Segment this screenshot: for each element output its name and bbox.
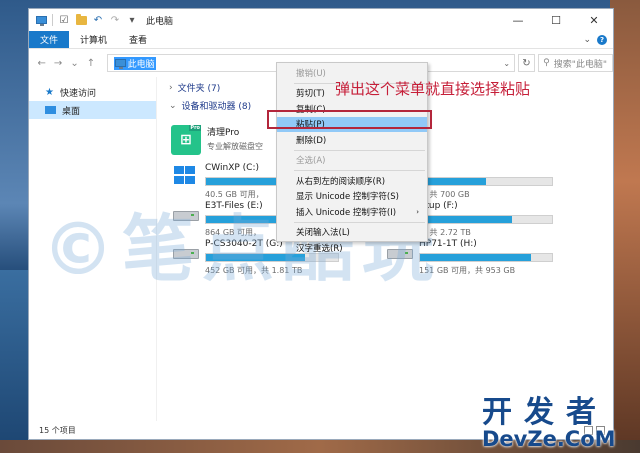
cleanpro-icon: ⊞ Pro [171,125,201,155]
app-text: 清理Pro 专业解放磁盘空 [207,125,263,152]
star-icon: ★ [45,86,54,98]
cleanpro-glyph: ⊞ [180,132,192,148]
search-placeholder: 搜索"此电脑" [553,59,607,70]
group-devices[interactable]: ⌄ 设备和驱动器 (8) [169,99,252,113]
window-controls: — ☐ ✕ [499,9,613,31]
help-icon[interactable]: ? [597,34,607,45]
group-devices-label: 设备和驱动器 (8) [181,102,252,112]
back-button[interactable]: ← [35,58,48,69]
ribbon-help-area: ⌄ ? [583,31,613,48]
address-path: 此电脑 [127,59,155,70]
menu-divider [294,149,425,151]
app-name: 清理Pro [207,128,240,138]
pc-icon [114,59,126,69]
new-folder-icon[interactable] [75,13,87,26]
tab-file[interactable]: 文件 [29,31,70,48]
properties-icon[interactable]: ☑ [58,15,70,26]
pro-badge: Pro [189,125,201,131]
close-button[interactable]: ✕ [575,9,613,31]
menu-item-close-ime[interactable]: 关闭输入法(L) [277,225,427,241]
nav-item-label: 桌面 [62,106,81,117]
site-logo-cn: 开发者 [482,395,608,430]
window-title: 此电脑 [146,16,174,27]
menu-divider [294,221,425,223]
ribbon-tabs: 文件 计算机 查看 ⌄ ? [29,31,613,49]
desktop-cliff [610,0,640,453]
address-dropdown-icon[interactable]: ⌄ [500,59,514,68]
chevron-right-icon: › [169,82,173,93]
search-icon: ⚲ [543,58,550,68]
site-logo-en: DevZe.CoM [482,427,616,451]
menu-item-show-unicode[interactable]: 显示 Unicode 控制字符(S) [277,189,427,205]
tab-view[interactable]: 查看 [118,31,158,48]
menu-item-reconvert[interactable]: 汉字重选(R) [277,240,427,256]
group-folders-label: 文件夹 (7) [177,84,221,94]
drive-name [419,163,553,175]
nav-item-label: 快速访问 [59,88,96,99]
recent-locations-button[interactable]: ⌄ [68,58,81,69]
up-button[interactable]: ↑ [84,58,97,69]
group-folders[interactable]: › 文件夹 (7) [169,81,221,95]
address-selected[interactable]: 此电脑 [113,56,156,70]
nav-item-desktop[interactable]: 桌面 [29,101,156,119]
refresh-button[interactable]: ↻ [517,54,536,72]
submenu-arrow-icon: › [416,207,419,216]
site-logo-watermark: 开发者 DevZe.CoM [482,387,632,451]
maximize-button[interactable]: ☐ [537,9,575,31]
pc-icon [35,15,47,26]
windows-drive-icon [171,163,199,187]
desktop-icon [45,106,56,114]
app-description: 专业解放磁盘空 [207,142,263,151]
toolbar-divider [52,14,53,26]
search-box[interactable]: ⚲ 搜索"此电脑" [538,54,614,72]
drive-usage-bar [419,177,553,186]
expand-ribbon-icon[interactable]: ⌄ [583,35,591,45]
menu-item-label: 插入 Unicode 控制字符(I) [296,207,397,218]
menu-divider [294,170,425,171]
chevron-down-icon: ⌄ [169,100,177,111]
menu-item-insert-unicode[interactable]: 插入 Unicode 控制字符(I) › [277,204,427,220]
nav-item-quick-access[interactable]: ★ 快速访问 [29,83,156,101]
tab-computer[interactable]: 计算机 [69,31,118,48]
quick-access-toolbar: ☑ ↶ ↷ ▾ [29,13,138,26]
annotation-text: 弹出这个菜单就直接选择粘贴 [335,80,531,98]
undo-icon[interactable]: ↶ [92,15,104,26]
menu-item-select-all[interactable]: 全选(A) [277,153,427,169]
redo-icon[interactable]: ↷ [109,15,121,26]
forward-button[interactable]: → [51,58,64,69]
app-item-cleanpro[interactable]: ⊞ Pro 清理Pro 专业解放磁盘空 [171,125,263,155]
menu-item-rtl-reading[interactable]: 从右到左的阅读顺序(R) [277,173,427,189]
minimize-button[interactable]: — [499,9,537,31]
menu-item-delete[interactable]: 删除(D) [277,132,427,148]
paste-highlight-box [267,110,432,129]
title-bar: ☑ ↶ ↷ ▾ 此电脑 — ☐ ✕ [29,9,613,31]
item-count: 15 个项目 [39,425,76,435]
customize-qat-icon[interactable]: ▾ [126,15,138,26]
